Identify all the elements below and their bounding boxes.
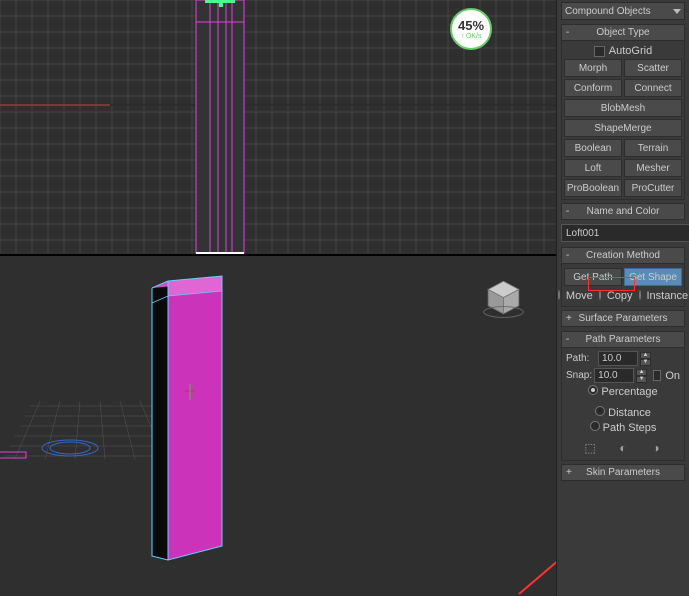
snap-value-input[interactable] [594, 368, 634, 383]
top-viewport[interactable]: 45% ↑ OK/s [0, 0, 556, 256]
snap-on-checkbox[interactable] [653, 370, 661, 381]
next-shape-icon[interactable]: ◑ [649, 440, 664, 455]
snap-on-label: On [665, 370, 680, 382]
performance-badge: 45% ↑ OK/s [450, 8, 492, 50]
copy-label: Copy [607, 290, 633, 302]
terrain-button[interactable]: Terrain [624, 139, 682, 157]
minus-icon: - [566, 27, 569, 38]
surface-params-header[interactable]: +Surface Parameters [561, 310, 685, 327]
snap-spin-up[interactable]: ▲ [636, 369, 647, 376]
plus-icon: + [566, 467, 572, 478]
autogrid-checkbox[interactable] [594, 46, 605, 57]
plus-icon: + [566, 313, 572, 324]
object-type-rollup: -Object Type AutoGrid Morph Scatter Conf… [561, 24, 685, 200]
pathsteps-radio[interactable] [590, 421, 600, 431]
connect-button[interactable]: Connect [624, 79, 682, 97]
percentage-label: Percentage [601, 386, 657, 398]
skin-params-header[interactable]: +Skin Parameters [561, 464, 685, 481]
creation-method-header[interactable]: -Creation Method [561, 247, 685, 264]
category-dropdown[interactable]: Compound Objects [561, 2, 685, 20]
percentage-radio[interactable] [588, 385, 598, 395]
annotation-highlight [588, 277, 635, 291]
dropdown-label: Compound Objects [565, 6, 651, 17]
minus-icon: - [566, 206, 569, 217]
morph-button[interactable]: Morph [564, 59, 622, 77]
path-spin-down[interactable]: ▼ [640, 359, 651, 366]
name-color-rollup: -Name and Color [561, 203, 685, 220]
badge-sub: ↑ OK/s [460, 33, 481, 40]
conform-button[interactable]: Conform [564, 79, 622, 97]
badge-percent: 45% [458, 18, 484, 33]
viewcube[interactable] [481, 276, 526, 321]
object-type-header[interactable]: -Object Type [561, 24, 685, 41]
pathsteps-label: Path Steps [603, 422, 657, 434]
name-color-header[interactable]: -Name and Color [561, 203, 685, 220]
instance-label: Instance [647, 290, 689, 302]
procutter-button[interactable]: ProCutter [624, 179, 682, 197]
chevron-down-icon [673, 9, 681, 14]
minus-icon: - [566, 334, 569, 345]
proboolean-button[interactable]: ProBoolean [564, 179, 622, 197]
minus-icon: - [566, 250, 569, 261]
path-spin-up[interactable]: ▲ [640, 352, 651, 359]
object-name-input[interactable] [561, 224, 689, 242]
copy-radio[interactable] [599, 290, 601, 300]
blobmesh-button[interactable]: BlobMesh [564, 99, 682, 117]
path-params-rollup: -Path Parameters Path: ▲▼ Snap: ▲▼ On Pe… [561, 331, 685, 461]
snap-label: Snap: [566, 370, 592, 381]
move-label: Move [566, 290, 593, 302]
loft-button[interactable]: Loft [564, 159, 622, 177]
shapemerge-button[interactable]: ShapeMerge [564, 119, 682, 137]
perspective-viewport[interactable] [0, 256, 556, 596]
instance-radio[interactable] [639, 290, 641, 300]
path-value-input[interactable] [598, 351, 638, 366]
mesher-button[interactable]: Mesher [624, 159, 682, 177]
boolean-button[interactable]: Boolean [564, 139, 622, 157]
autogrid-label: AutoGrid [609, 45, 652, 57]
loft-object [152, 276, 222, 560]
prev-shape-icon[interactable]: ◐ [616, 440, 631, 455]
distance-label: Distance [608, 407, 651, 419]
move-radio[interactable] [558, 290, 560, 300]
snap-spin-down[interactable]: ▼ [636, 376, 647, 383]
path-params-header[interactable]: -Path Parameters [561, 331, 685, 348]
perspective-view [0, 256, 556, 596]
pick-shape-icon[interactable]: ⬚ [583, 440, 598, 455]
command-panel: Compound Objects -Object Type AutoGrid M… [556, 0, 689, 596]
scatter-button[interactable]: Scatter [624, 59, 682, 77]
distance-radio[interactable] [595, 406, 605, 416]
path-label: Path: [566, 353, 596, 364]
